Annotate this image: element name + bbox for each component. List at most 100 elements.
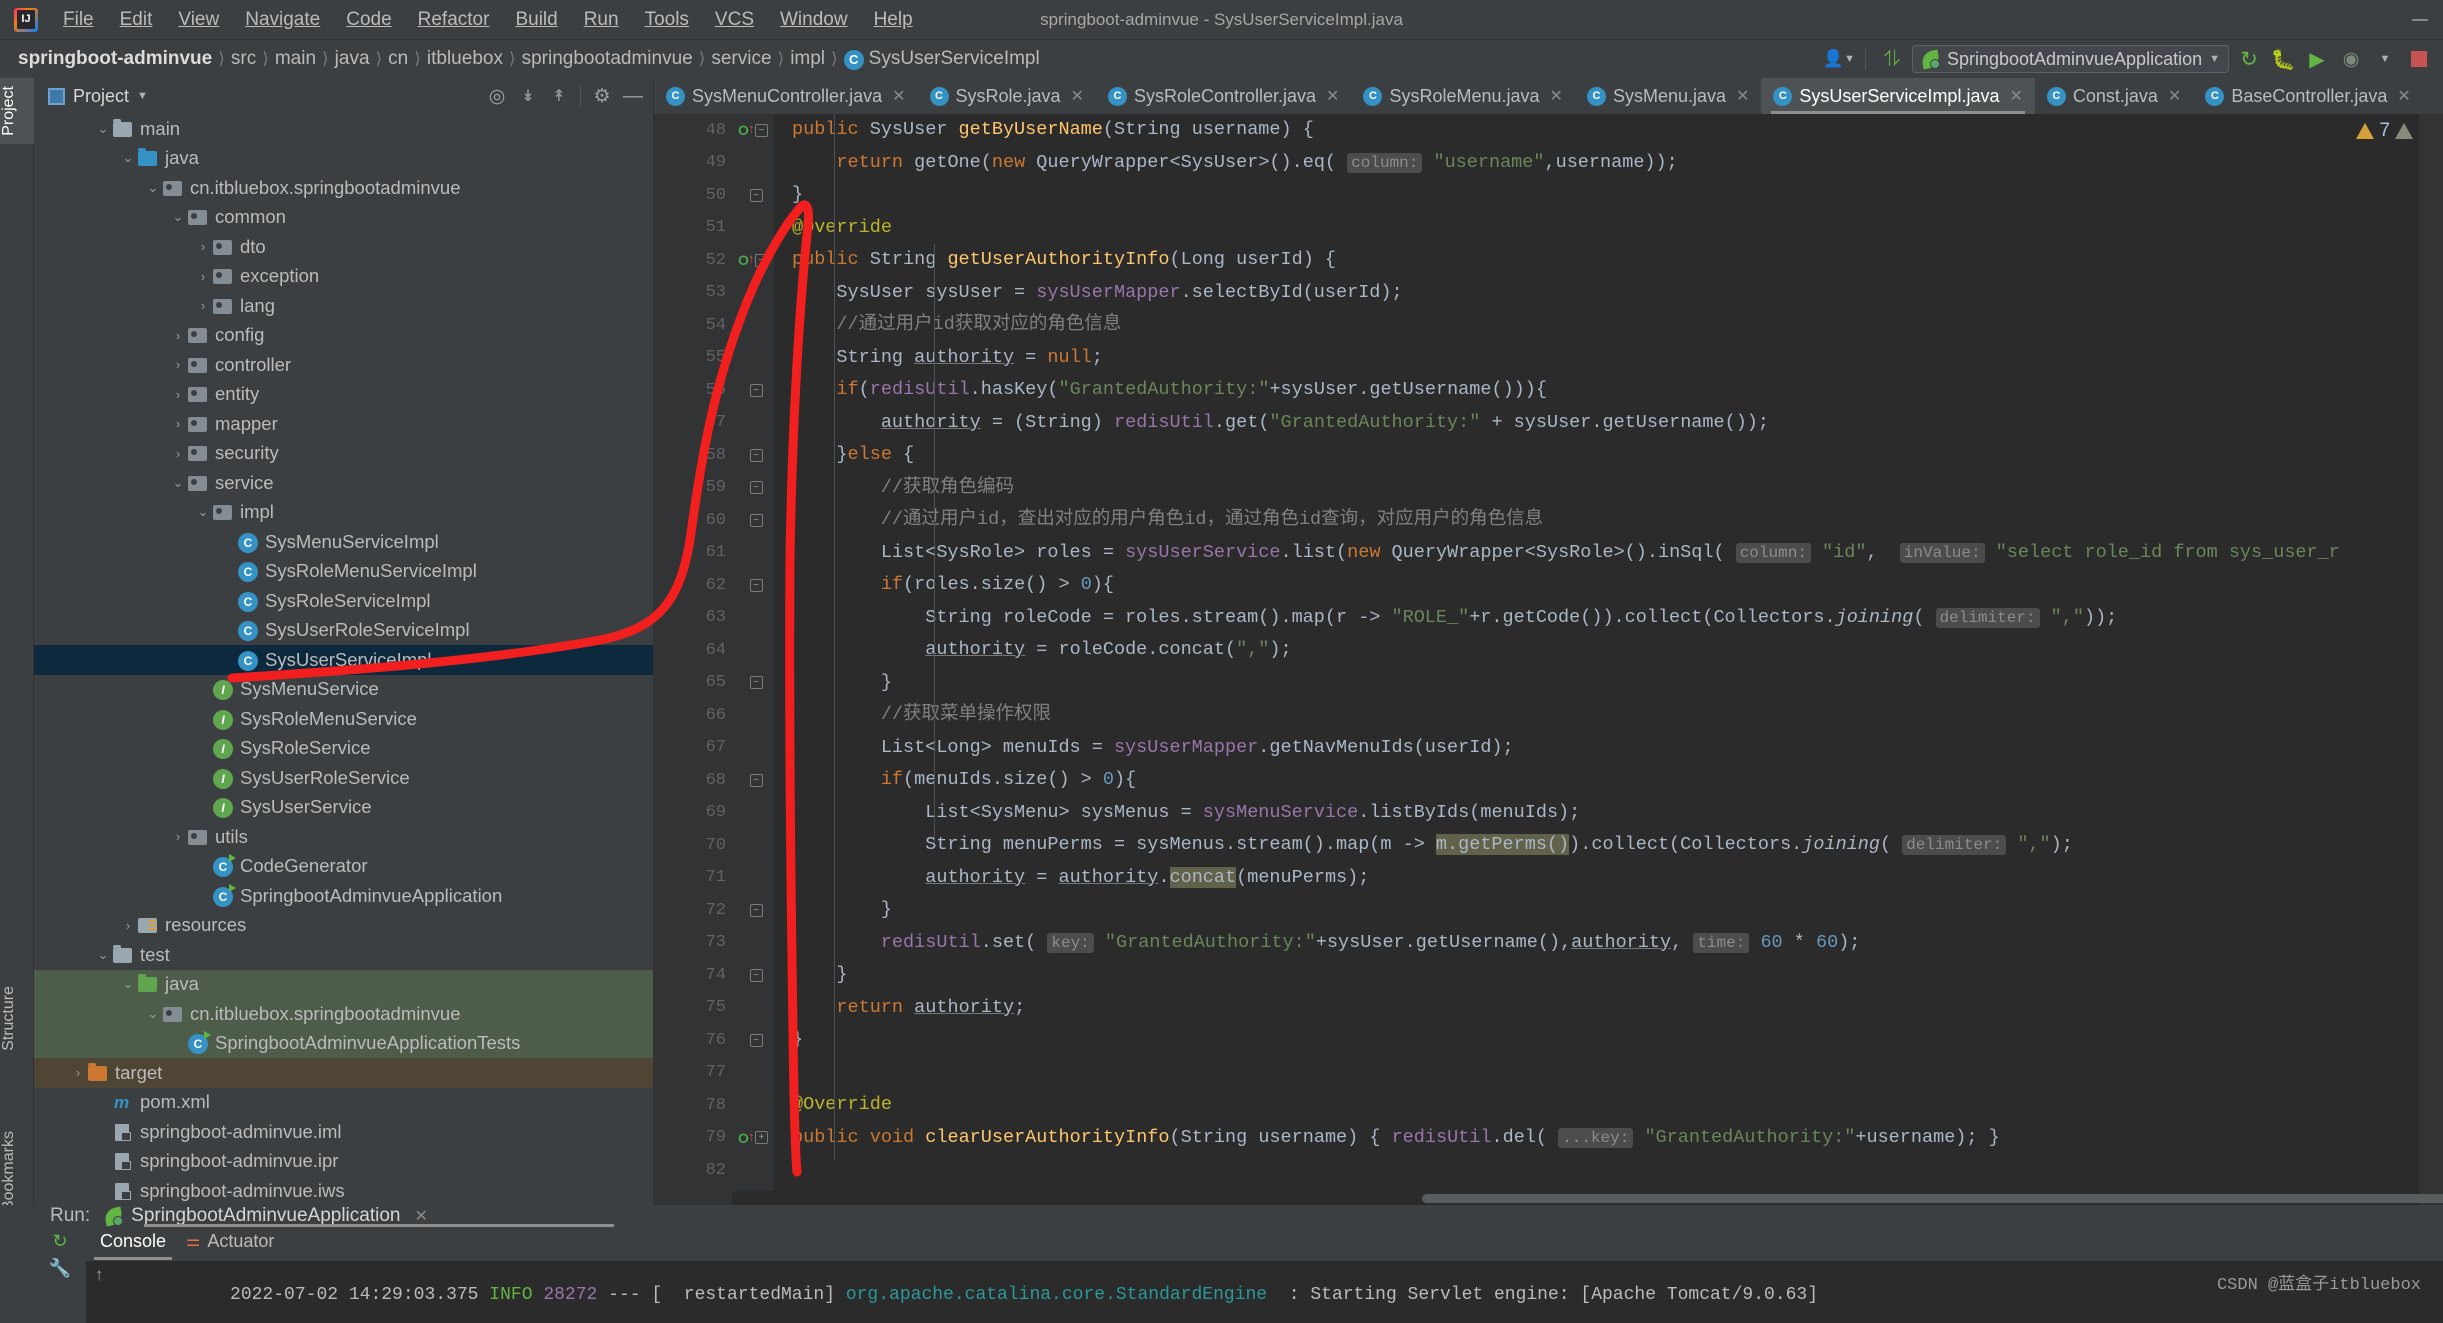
gutter-mark-row[interactable] — [732, 602, 774, 635]
gutter-mark-row[interactable]: − — [732, 472, 774, 505]
tree-expander-icon[interactable]: › — [69, 1065, 87, 1080]
code-editor[interactable]: 48 49 50 51 52 53 54 55 56 57 58 59 60 61 62 63 64 65 66 67… — [654, 114, 2443, 1205]
code-line-50[interactable]: } — [792, 179, 2419, 212]
gutter-mark-row[interactable] — [732, 699, 774, 732]
stop-icon[interactable] — [2405, 45, 2433, 73]
tree-expander-icon[interactable]: › — [119, 918, 137, 933]
gutter-mark-row[interactable] — [732, 342, 774, 375]
tree-item-cn-itbluebox-springbootadminvue[interactable]: ⌄ cn.itbluebox.springbootadminvue — [34, 999, 653, 1029]
gutter-mark-row[interactable]: − — [732, 1024, 774, 1057]
gutter-mark-row[interactable]: O− — [732, 114, 774, 147]
sidebar-tab-project[interactable]: Project — [0, 78, 34, 144]
close-icon[interactable]: ✕ — [1326, 86, 1339, 106]
tree-item-dto[interactable]: › dto — [34, 232, 653, 262]
code-line-51[interactable]: @Override — [792, 212, 2419, 245]
code-folding-icon[interactable]: − — [754, 123, 768, 137]
breadcrumb-item-springbootadminvue[interactable]: springbootadminvue — [518, 48, 697, 70]
menu-build[interactable]: Build — [502, 5, 570, 35]
close-icon[interactable]: ✕ — [2397, 86, 2410, 106]
tree-item-controller[interactable]: › controller — [34, 350, 653, 380]
editor-tab-sysrole[interactable]: C SysRole.java ✕ — [918, 78, 1096, 114]
code-folding-icon[interactable]: − — [749, 578, 763, 592]
tree-item-springboot-adminvue-iws[interactable]: ›springboot-adminvue.iws — [34, 1176, 653, 1205]
code-line-48[interactable]: public SysUser getByUserName(String user… — [792, 114, 2419, 147]
gutter-mark-row[interactable] — [732, 147, 774, 180]
run-tab[interactable]: SpringbootAdminvueApplication ✕ — [104, 1205, 428, 1227]
code-folding-icon[interactable]: + — [754, 1131, 768, 1145]
menu-file[interactable]: File — [50, 5, 107, 35]
code-line-66[interactable]: //获取菜单操作权限 — [792, 699, 2419, 732]
tree-item-config[interactable]: › config — [34, 321, 653, 351]
menu-refactor[interactable]: Refactor — [405, 5, 503, 35]
editor-tab-sysmenu[interactable]: C SysMenu.java ✕ — [1575, 78, 1761, 114]
code-line-78[interactable]: @Override — [792, 1089, 2419, 1122]
code-line-56[interactable]: if(redisUtil.hasKey("GrantedAuthority:"+… — [792, 374, 2419, 407]
editor-tab-sysrolemenu[interactable]: C SysRoleMenu.java ✕ — [1351, 78, 1574, 114]
code-line-58[interactable]: }else { — [792, 439, 2419, 472]
close-icon[interactable]: ✕ — [414, 1206, 427, 1226]
code-line-64[interactable]: authority = roleCode.concat(","); — [792, 634, 2419, 667]
gutter-mark-row[interactable]: − — [732, 374, 774, 407]
code-line-54[interactable]: //通过用户id获取对应的角色信息 — [792, 309, 2419, 342]
code-line-55[interactable]: String authority = null; — [792, 342, 2419, 375]
code-line-63[interactable]: String roleCode = roles.stream().map(r -… — [792, 602, 2419, 635]
gutter-mark-row[interactable] — [732, 732, 774, 765]
editor-tab-sysrolecontroller[interactable]: C SysRoleController.java ✕ — [1096, 78, 1352, 114]
gutter-mark-row[interactable] — [732, 212, 774, 245]
menu-help[interactable]: Help — [861, 5, 926, 35]
code-folding-icon[interactable]: − — [749, 513, 763, 527]
tree-item-sysroleservice[interactable]: ›ISysRoleService — [34, 734, 653, 764]
tree-item-springbootadminvueapplicationtests[interactable]: ›CSpringbootAdminvueApplicationTests — [34, 1028, 653, 1058]
code-line-57[interactable]: authority = (String) redisUtil.get("Gran… — [792, 407, 2419, 440]
breadcrumb-item-src[interactable]: src — [227, 48, 260, 70]
chevron-down-icon[interactable]: ▼ — [137, 90, 148, 102]
editor-tab-sysmenucontroller[interactable]: C SysMenuController.java ✕ — [654, 78, 918, 114]
gutter-mark-row[interactable] — [732, 992, 774, 1025]
sidebar-tab-structure[interactable]: Structure — [0, 978, 34, 1059]
tree-item-sysmenuserviceimpl[interactable]: ›CSysMenuServiceImpl — [34, 527, 653, 557]
code-folding-icon[interactable]: − — [749, 676, 763, 690]
tree-item-common[interactable]: ⌄ common — [34, 203, 653, 233]
settings-gear-icon[interactable]: ⚙ — [588, 82, 616, 110]
breadcrumb-item-itbluebox[interactable]: itbluebox — [423, 48, 507, 70]
tree-expander-icon[interactable]: › — [169, 416, 187, 431]
code-folding-icon[interactable]: − — [749, 968, 763, 982]
tree-item-sysuserroleservice[interactable]: ›ISysUserRoleService — [34, 763, 653, 793]
code-folding-icon[interactable]: − — [749, 773, 763, 787]
gutter-mark-row[interactable] — [732, 634, 774, 667]
tree-expander-icon[interactable]: › — [169, 446, 187, 461]
code-line-76[interactable]: } — [792, 1024, 2419, 1057]
menu-view[interactable]: View — [165, 5, 232, 35]
tree-expander-icon[interactable]: ⌄ — [119, 150, 137, 166]
tree-expander-icon[interactable]: › — [194, 239, 212, 254]
run-configuration-selector[interactable]: SpringbootAdminvueApplication ▼ — [1911, 45, 2229, 73]
gutter-mark-row[interactable] — [732, 797, 774, 830]
tree-item-main[interactable]: ⌄ main — [34, 114, 653, 144]
tree-item-sysuserservice[interactable]: ›ISysUserService — [34, 793, 653, 823]
editor-tab-bar[interactable]: C SysMenuController.java ✕ C SysRole.java ✕ C S… — [654, 78, 2443, 114]
code-line-74[interactable]: } — [792, 959, 2419, 992]
source-code[interactable]: public SysUser getByUserName(String user… — [774, 114, 2419, 1205]
code-line-73[interactable]: redisUtil.set( key: "GrantedAuthority:"+… — [792, 927, 2419, 960]
main-toolbar[interactable]: 👤 ▼ ⥮ SpringbootAdminvueApplication ▼ ↻ 🐛… — [1823, 40, 2433, 78]
tree-expander-icon[interactable]: › — [169, 829, 187, 844]
code-line-70[interactable]: String menuPerms = sysMenus.stream().map… — [792, 829, 2419, 862]
code-folding-icon[interactable]: − — [749, 1033, 763, 1047]
tree-expander-icon[interactable]: ⌄ — [119, 976, 137, 992]
tree-item-sysuserroleserviceimpl[interactable]: ›CSysUserRoleServiceImpl — [34, 616, 653, 646]
code-folding-icon[interactable]: − — [749, 188, 763, 202]
gutter-mark-row[interactable]: − — [732, 764, 774, 797]
gutter-mark-row[interactable] — [732, 407, 774, 440]
tree-item-service[interactable]: ⌄ service — [34, 468, 653, 498]
menu-tools[interactable]: Tools — [632, 5, 702, 35]
menu-bar[interactable]: File Edit View Navigate Code Refactor Bu… — [50, 5, 926, 35]
gutter-mark-row[interactable] — [732, 927, 774, 960]
breadcrumb-item-cn[interactable]: cn — [384, 48, 412, 70]
code-line-65[interactable]: } — [792, 667, 2419, 700]
expand-all-icon[interactable]: ↡ — [514, 82, 542, 110]
tree-item-mapper[interactable]: › mapper — [34, 409, 653, 439]
close-icon[interactable]: ✕ — [2009, 86, 2022, 106]
gutter-mark-row[interactable]: − — [732, 569, 774, 602]
code-line-77[interactable] — [792, 1057, 2419, 1090]
rerun-icon[interactable]: ↻ — [52, 1231, 67, 1252]
